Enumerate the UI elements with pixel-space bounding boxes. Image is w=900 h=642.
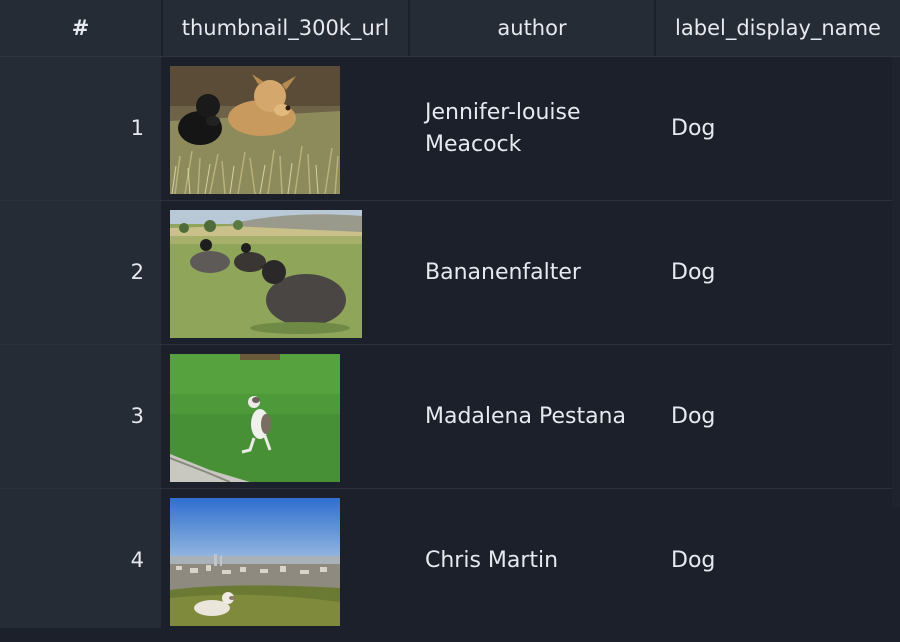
row-label: Dog (671, 548, 716, 573)
row-author: Bananenfalter (425, 259, 581, 285)
dog-on-hill-above-city-photo[interactable] (170, 498, 340, 626)
column-header-label[interactable]: label_display_name (656, 0, 900, 56)
table-header: # thumbnail_300k_url author label_displa… (0, 0, 900, 57)
row-index: 3 (0, 345, 161, 488)
row-author: Madalena Pestana (425, 403, 626, 429)
black-sheep-on-meadow-photo[interactable] (170, 210, 362, 338)
row-label: Dog (671, 404, 716, 429)
two-dogs-lying-in-grass-photo[interactable] (170, 66, 340, 194)
row-label: Dog (671, 260, 716, 285)
table-footer-space (0, 628, 900, 642)
table-row[interactable]: 1 Jennifer-louise Meacock Dog (0, 57, 900, 201)
row-author: Chris Martin (425, 547, 559, 573)
column-header-index[interactable]: # (0, 0, 161, 56)
table-row[interactable]: 2 Bananenfalter Dog (0, 201, 900, 345)
row-author: Jennifer-louise Meacock (425, 99, 581, 157)
table-row[interactable]: 3 Madalena Pestana Dog (0, 345, 900, 489)
data-table: # thumbnail_300k_url author label_displa… (0, 0, 900, 642)
greyhound-sitting-on-lawn-photo[interactable] (170, 354, 340, 482)
table-row[interactable]: 4 Chris Martin Dog (0, 489, 900, 633)
column-header-thumbnail[interactable]: thumbnail_300k_url (163, 0, 408, 56)
row-index: 2 (0, 201, 161, 344)
vertical-scrollbar[interactable] (892, 57, 900, 507)
column-header-author[interactable]: author (410, 0, 654, 56)
row-index: 1 (0, 57, 161, 200)
row-index: 4 (0, 489, 161, 632)
row-label: Dog (671, 116, 716, 141)
